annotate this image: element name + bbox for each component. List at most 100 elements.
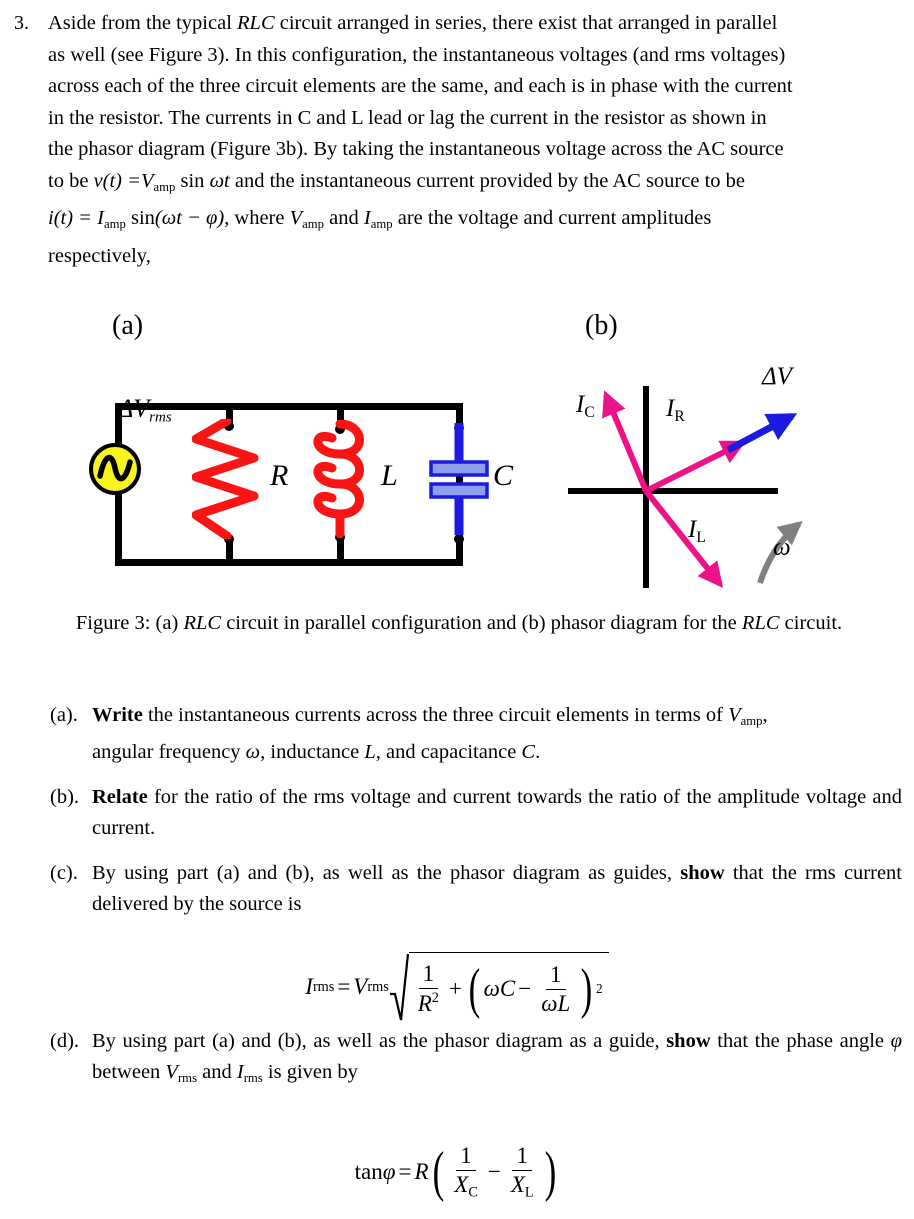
denominator: XL [507, 1171, 538, 1202]
part-a-action-word: Write [92, 704, 143, 726]
word: instantaneous [299, 169, 412, 192]
word: with [662, 75, 700, 97]
delta-v-phasor-arrow [726, 412, 798, 454]
paragraph-line-3: across each of the three circuit element… [48, 71, 900, 103]
word: voltage [458, 207, 519, 230]
paragraph-line-6: to be v(t) =Vamp sin ωt and the instanta… [48, 166, 900, 204]
part-d-action-word: show [666, 1030, 711, 1053]
r-symbol: R [417, 990, 432, 1016]
part-d-marker: (d). [50, 1030, 80, 1053]
one-over-xc: 1 XC [450, 1143, 482, 1202]
word: across [611, 138, 663, 160]
word: arranged [617, 12, 690, 34]
part-a-text3: , inductance [260, 741, 365, 764]
problem-statement: 3. Aside from the typical RLC circuit ar… [14, 8, 900, 272]
part-a-line-2: angular frequency ω, inductance L, and c… [92, 737, 902, 768]
panel-b-label: (b) [585, 310, 618, 341]
r-symbol: R [414, 1159, 429, 1184]
part-c-marker: (c). [50, 862, 78, 885]
word: 3b). [275, 138, 309, 160]
word: Aside [48, 12, 96, 34]
word: in [276, 106, 293, 129]
rms-subscript: rms [243, 1071, 263, 1086]
word: in [553, 106, 569, 129]
v-rms-symbol: V [353, 974, 368, 999]
word: configuration, [291, 43, 408, 66]
word: currents [205, 106, 272, 129]
word: resistor. [99, 106, 164, 129]
phi-symbol: φ [382, 1159, 396, 1184]
word: phase [611, 75, 658, 97]
amp-subscript: amp [370, 217, 393, 232]
part-a-text4: , and capacitance [375, 741, 522, 764]
word: By [313, 138, 338, 160]
part-c-body: By using part (a) and (b), as well as th… [92, 858, 902, 920]
word: by [557, 169, 579, 192]
right-paren: ) [544, 1141, 556, 1203]
word: each [104, 75, 142, 97]
word: the [583, 169, 609, 192]
l-subscript: L [696, 528, 706, 546]
denominator: XC [450, 1171, 482, 1202]
word: in [589, 75, 606, 97]
tan-operator: tan [354, 1159, 383, 1184]
part-b: (b). Relate for the ratio of the rms vol… [50, 782, 902, 844]
sin-operator: sin [180, 169, 205, 192]
part-a-line1-content: Write the instantaneous currents across … [92, 700, 768, 737]
amp-subscript: amp [740, 714, 763, 729]
i-amp-symbol: Iamp [364, 207, 393, 232]
ir-phasor-label: IR [666, 395, 685, 426]
word: and [493, 75, 524, 97]
part-a-text: the instantaneous currents across the th… [142, 704, 729, 726]
word: circuit [279, 12, 333, 34]
problem-number: 3. [14, 12, 29, 34]
word: rms [674, 43, 706, 66]
word: resistor [604, 106, 665, 129]
minus-sign: − [518, 976, 532, 1001]
word: and [523, 207, 554, 230]
part-b-marker: (b). [50, 786, 80, 809]
l-symbol: L [364, 741, 376, 764]
numerator: 1 [512, 1143, 532, 1171]
rms-subscript: rms [367, 978, 389, 995]
word: and [234, 169, 265, 192]
equation-d-inner: tan φ = R ( 1 XC − 1 XL ) [355, 1140, 560, 1204]
plus-sign: + [448, 976, 462, 1001]
word: in [48, 106, 64, 129]
c-symbol: C [521, 741, 536, 764]
source-voltage-label: ΔVrms [118, 394, 172, 427]
word: well [70, 43, 106, 66]
radical-sign [389, 952, 409, 1022]
square-root: 1 R2 + ( ωC − 1 ωL ) 2 [389, 952, 609, 1022]
v-amp-symbol: Vamp [290, 207, 324, 231]
word: (Figure [210, 138, 271, 160]
word: C [297, 106, 312, 129]
word: be [69, 169, 89, 192]
word: as [48, 43, 66, 66]
word: (see [110, 43, 144, 66]
paragraph-line-4: in the resistor. The currents in C and L… [48, 103, 900, 135]
rms-subscript: rms [149, 409, 172, 426]
word: or [407, 106, 425, 129]
resistor-symbol [192, 419, 259, 539]
l-subscript: L [524, 1184, 534, 1201]
part-a-text2: angular frequency [92, 741, 246, 764]
left-paren: ( [468, 958, 481, 1020]
word: is [571, 75, 585, 97]
word: of [147, 75, 165, 97]
word: AC [696, 138, 725, 160]
word: phasor [78, 138, 133, 160]
word: parallel [715, 12, 778, 34]
word: 3). [207, 43, 230, 66]
caption-suffix: circuit. [779, 612, 843, 634]
part-d: (d). By using part (a) and (b), as well … [50, 1026, 902, 1094]
word: circuit [245, 75, 298, 97]
numerator: 1 [418, 961, 439, 990]
word: there [492, 12, 534, 34]
word: be [725, 169, 746, 192]
circuit-bottom-rail [115, 559, 463, 566]
omega-c-term: ωC [483, 976, 516, 1001]
part-c-action-word: show [680, 862, 725, 885]
rlc-term: RLC [183, 612, 222, 634]
word: the [69, 106, 95, 129]
